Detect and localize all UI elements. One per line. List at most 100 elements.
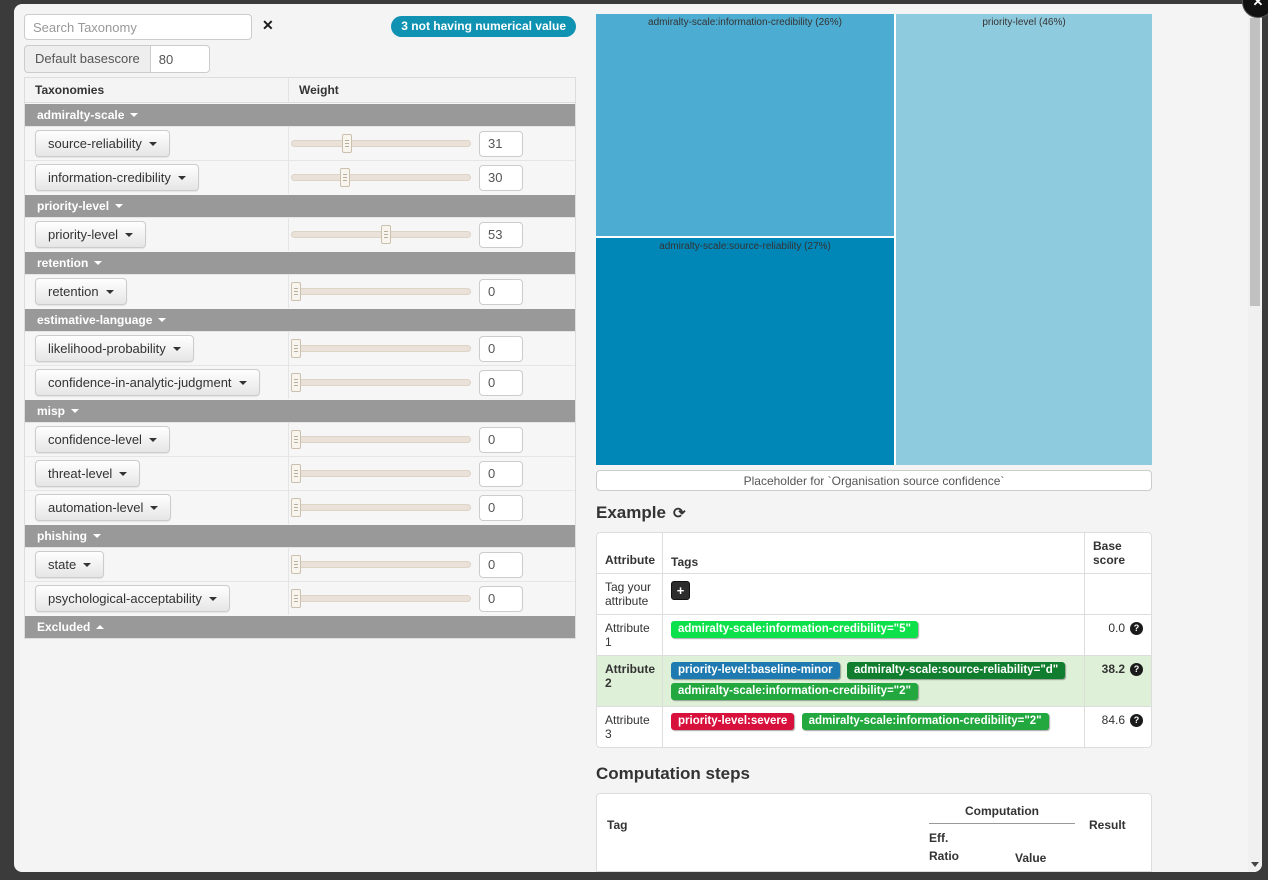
taxonomy-dropdown-threat-level[interactable]: threat-level xyxy=(35,460,140,487)
weight-treemap: admiralty-scale:information-credibility … xyxy=(596,14,1152,465)
slider-handle[interactable] xyxy=(291,589,301,608)
caret-down-icon xyxy=(209,597,217,601)
group-header-retention[interactable]: retention xyxy=(25,251,575,274)
slider-handle[interactable] xyxy=(381,225,391,244)
slider-handle[interactable] xyxy=(342,134,352,153)
value-column-header: Value xyxy=(1015,829,1075,865)
default-basescore-input[interactable] xyxy=(150,45,210,73)
question-icon[interactable]: ? xyxy=(1130,622,1143,635)
weight-slider[interactable] xyxy=(291,561,471,568)
taxonomy-label: retention xyxy=(48,284,99,299)
weight-input[interactable] xyxy=(479,552,523,578)
group-header-estimative-language[interactable]: estimative-language xyxy=(25,308,575,331)
taxonomy-dropdown-likelihood-probability[interactable]: likelihood-probability xyxy=(35,335,194,362)
clear-search-icon[interactable]: ✕ xyxy=(262,17,274,34)
weight-slider[interactable] xyxy=(291,379,471,386)
slider-handle[interactable] xyxy=(291,282,301,301)
search-input[interactable] xyxy=(24,14,252,40)
slider-handle[interactable] xyxy=(291,430,301,449)
weight-slider[interactable] xyxy=(291,231,471,238)
scroll-down-arrow-icon[interactable] xyxy=(1251,862,1259,867)
slider-handle[interactable] xyxy=(291,555,301,574)
taxonomy-dropdown-state[interactable]: state xyxy=(35,551,104,578)
weight-input[interactable] xyxy=(479,222,523,248)
tag-chip: priority-level:severe xyxy=(671,713,794,730)
group-label: estimative-language xyxy=(37,313,152,327)
weight-slider[interactable] xyxy=(291,595,471,602)
tags-column-header: Tags xyxy=(663,533,1085,573)
weight-slider[interactable] xyxy=(291,436,471,443)
group-header-priority-level[interactable]: priority-level xyxy=(25,194,575,217)
attribute-cell: Attribute 1 xyxy=(597,615,663,655)
weight-input[interactable] xyxy=(479,586,523,612)
attribute-cell: Tag your attribute xyxy=(597,574,663,614)
taxonomy-dropdown-confidence-in-analytic-judgment[interactable]: confidence-in-analytic-judgment xyxy=(35,369,260,396)
group-header-admiralty-scale[interactable]: admiralty-scale xyxy=(25,103,575,126)
caret-down-icon xyxy=(125,233,133,237)
computation-steps-title-text: Computation steps xyxy=(596,764,750,784)
caret-down-icon xyxy=(115,204,123,208)
weight-input[interactable] xyxy=(479,495,523,521)
taxonomy-row: confidence-in-analytic-judgment xyxy=(25,365,575,399)
example-table-header: Attribute Tags Base score xyxy=(597,533,1151,573)
taxonomy-dropdown-source-reliability[interactable]: source-reliability xyxy=(35,130,170,157)
taxonomy-table-header: Taxonomies Weight xyxy=(25,78,575,103)
question-icon[interactable]: ? xyxy=(1130,663,1143,676)
slider-handle[interactable] xyxy=(291,464,301,483)
caret-down-icon xyxy=(71,409,79,413)
taxonomy-dropdown-retention[interactable]: retention xyxy=(35,278,127,305)
result-column-header: Result xyxy=(1075,804,1151,865)
taxonomy-dropdown-psychological-acceptability[interactable]: psychological-acceptability xyxy=(35,585,230,612)
search-row: ✕ 3 not having numerical value xyxy=(24,14,576,40)
taxonomy-dropdown-confidence-level[interactable]: confidence-level xyxy=(35,426,170,453)
slider-handle[interactable] xyxy=(291,373,301,392)
group-header-misp[interactable]: misp xyxy=(25,399,575,422)
question-icon[interactable]: ? xyxy=(1130,714,1143,727)
weight-input[interactable] xyxy=(479,279,523,305)
taxonomy-label: automation-level xyxy=(48,500,143,515)
preview-panel: admiralty-scale:information-credibility … xyxy=(596,14,1152,872)
scrollbar-thumb[interactable] xyxy=(1250,18,1260,306)
weight-slider[interactable] xyxy=(291,140,471,147)
taxonomy-label: state xyxy=(48,557,76,572)
score-value: 0.0 xyxy=(1108,621,1125,635)
example-row-attribute-2: Attribute 2 priority-level:baseline-mino… xyxy=(597,655,1151,706)
slider-handle[interactable] xyxy=(291,339,301,358)
taxonomy-dropdown-automation-level[interactable]: automation-level xyxy=(35,494,171,521)
weight-slider[interactable] xyxy=(291,345,471,352)
weight-input[interactable] xyxy=(479,461,523,487)
taxonomy-dropdown-priority-level[interactable]: priority-level xyxy=(35,221,146,248)
weight-slider[interactable] xyxy=(291,174,471,181)
add-tag-button[interactable]: + xyxy=(671,581,690,600)
example-row-attribute-3: Attribute 3 priority-level:severe admira… xyxy=(597,706,1151,747)
taxonomy-row: information-credibility xyxy=(25,160,575,194)
weight-slider[interactable] xyxy=(291,288,471,295)
group-header-excluded[interactable]: Excluded xyxy=(25,615,575,638)
computation-steps-title: Computation steps xyxy=(596,764,1152,784)
taxonomy-row: psychological-acceptability xyxy=(25,581,575,615)
weight-input[interactable] xyxy=(479,427,523,453)
slider-handle[interactable] xyxy=(340,168,350,187)
taxonomy-row: state xyxy=(25,547,575,581)
taxonomy-label: information-credibility xyxy=(48,170,171,185)
taxonomy-label: confidence-level xyxy=(48,432,142,447)
refresh-icon[interactable]: ⟳ xyxy=(673,504,686,522)
weight-input[interactable] xyxy=(479,131,523,157)
taxonomy-dropdown-information-credibility[interactable]: information-credibility xyxy=(35,164,199,191)
modal-scrollbar[interactable] xyxy=(1248,4,1262,872)
taxonomy-row: confidence-level xyxy=(25,422,575,456)
weight-slider[interactable] xyxy=(291,470,471,477)
attribute-cell: Attribute 3 xyxy=(597,707,663,747)
weight-input[interactable] xyxy=(479,370,523,396)
slider-handle[interactable] xyxy=(291,498,301,517)
group-header-phishing[interactable]: phishing xyxy=(25,524,575,547)
close-icon: ✕ xyxy=(1253,0,1264,10)
weight-input[interactable] xyxy=(479,336,523,362)
caret-up-icon xyxy=(96,625,104,629)
taxonomy-label: confidence-in-analytic-judgment xyxy=(48,375,232,390)
example-table: Attribute Tags Base score Tag your attri… xyxy=(596,532,1152,748)
treemap-cell-label: admiralty-scale:information-credibility … xyxy=(596,17,894,28)
weight-input[interactable] xyxy=(479,165,523,191)
group-label: misp xyxy=(37,404,65,418)
weight-slider[interactable] xyxy=(291,504,471,511)
